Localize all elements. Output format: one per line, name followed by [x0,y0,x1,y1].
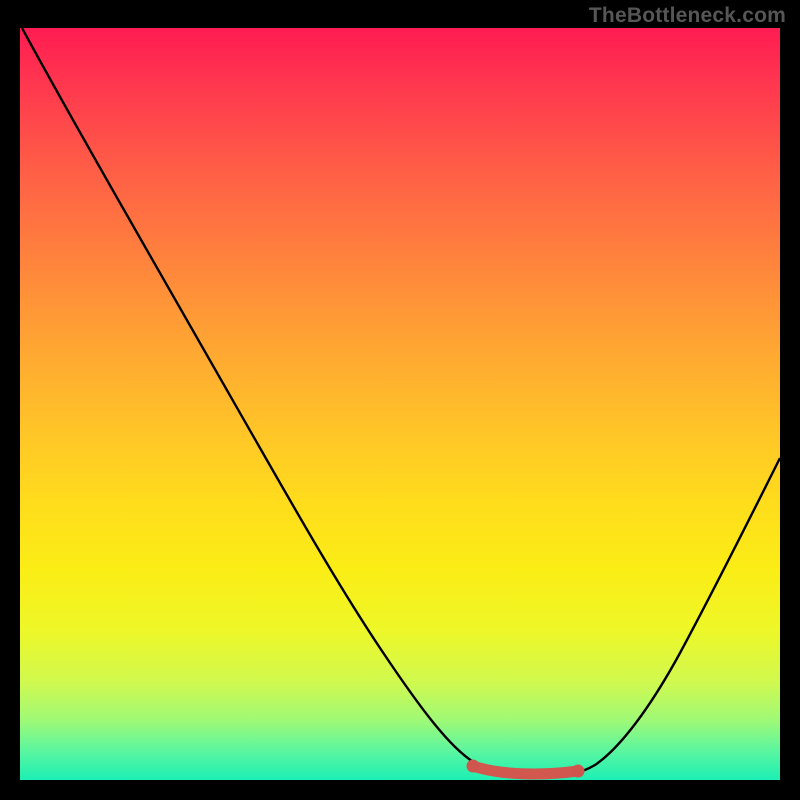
plot-area [20,28,780,780]
bottleneck-curve [22,28,780,776]
valley-dot-right [572,765,585,778]
watermark-text: TheBottleneck.com [589,4,786,28]
valley-highlight [473,766,578,774]
chart-frame: TheBottleneck.com [0,0,800,800]
curve-svg [20,28,780,780]
valley-dot-left [467,760,480,773]
